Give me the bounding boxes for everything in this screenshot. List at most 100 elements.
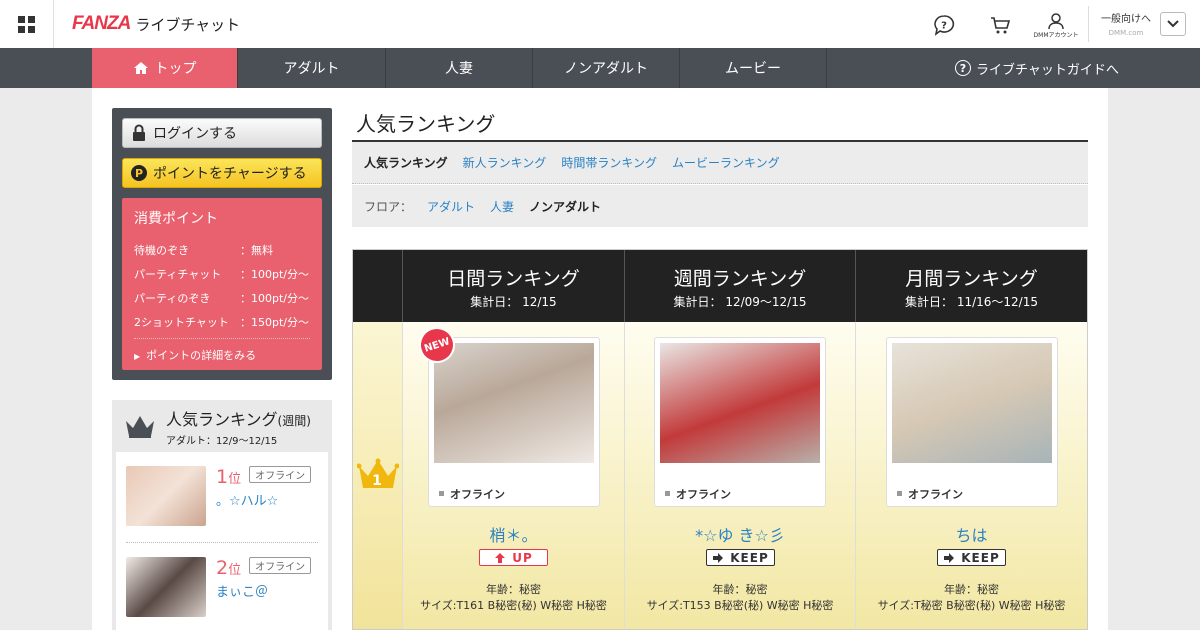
nav-item-movie[interactable]: ムービー [680,48,827,88]
points-row-value: ：150pt/分～ [240,316,309,329]
points-row: 待機のぞき ：無料 [134,238,310,262]
points-details-label: ポイントの詳細をみる [146,349,257,362]
header-divider [1088,6,1089,42]
tab-popular[interactable]: 人気ランキング [364,154,448,171]
chevron-down-icon[interactable] [1160,12,1186,36]
performer-age: 年齢：秘密 [712,583,768,596]
nav-item-label: アダルト [283,61,340,77]
weekly-ranking-period: アダルト：12/9～12/15 [166,435,278,447]
points-title: 消費ポイント [134,211,218,227]
performer-name[interactable]: 梢＊。 [403,522,624,546]
guide-link[interactable]: ? ライブチャットガイドへ [955,48,1119,88]
rank-unit: 位 [228,472,242,487]
ranking-tabs: 人気ランキング 新人ランキング 時間帯ランキング ムービーランキング [352,142,1088,184]
account-icon [1048,12,1064,29]
column-header-daily: 日間ランキング 集計日： 12/15 [403,250,625,322]
trend-badge: KEEP [937,549,1006,566]
list-item[interactable]: 1位 オフライン 。☆ハル☆ [126,452,318,543]
rank-value: 2 [216,557,229,579]
charge-points-button[interactable]: P ポイントをチャージする [122,158,322,188]
performer-name[interactable]: *☆ゆ き☆彡 [625,522,855,546]
svg-text:?: ? [941,21,947,32]
ranking-title-text: 人気ランキング [166,409,278,429]
help-icon[interactable]: ? [929,10,959,40]
points-row-value: ：100pt/分～ [240,292,309,305]
login-button[interactable]: ログインする [122,118,322,148]
home-icon [133,62,148,74]
floor-wife[interactable]: 人妻 [490,198,514,215]
account-panel: ログインする P ポイントをチャージする 消費ポイント 待機のぞき ：無料 パーテ… [112,108,332,380]
nav-item-top[interactable]: トップ [92,48,238,94]
genre-switch[interactable]: 一般向けへ DMM.com [1100,10,1152,37]
tab-movie[interactable]: ムービーランキング [672,154,780,171]
grid-menu-icon[interactable] [0,0,54,48]
points-row-label: パーティチャット [134,268,222,281]
floor-filter: フロア： アダルト 人妻 ノンアダルト [352,185,1088,227]
account-button[interactable]: DMMアカウント [1034,10,1079,40]
question-icon: ? [955,60,971,76]
points-row: パーティチャット ：100pt/分～ [134,262,310,286]
points-row: パーティのぞき ：100pt/分～ [134,286,310,310]
weekly-ranking-list: 1位 オフライン 。☆ハル☆ 2位 オフライン まぃこ＠ [116,452,328,630]
nav-item-label: トップ [154,61,197,77]
performer-thumbnail[interactable] [126,557,206,617]
performer-age: 年齢：秘密 [486,583,541,596]
guide-label: ライブチャットガイドへ [976,62,1119,78]
weekly-ranking-panel: 人気ランキング(週間) アダルト：12/9～12/15 1位 オフライン 。☆ハル… [112,400,332,630]
site-logo[interactable]: FANZA ライブチャット [72,12,240,36]
performer-name[interactable]: まぃこ＠ [216,581,311,600]
floor-adult[interactable]: アダルト [427,198,475,215]
performer-photo[interactable] [660,343,820,463]
performer-name[interactable]: ちは [856,522,1087,546]
status-label: オフライン [897,486,963,502]
performer-photo[interactable] [434,343,594,463]
ranking-cell-weekly: オフライン *☆ゆ き☆彡 KEEP 年齢：秘密 サイズ:T153 B秘密(秘)… [625,322,856,629]
points-row-label: パーティのぞき [134,292,211,305]
arrow-right-icon [944,552,955,563]
nav-item-label: ムービー [725,61,781,77]
column-date: 集計日： 11/16～12/15 [905,295,1038,309]
performer-age: 年齢：秘密 [944,583,999,596]
performer-size: サイズ:T161 B秘密(秘) W秘密 H秘密 [420,599,607,612]
nav-item-wife[interactable]: 人妻 [386,48,533,88]
list-item[interactable]: 2位 オフライン まぃこ＠ [126,543,318,630]
rank-unit: 位 [228,563,242,578]
performer-name[interactable]: 。☆ハル☆ [216,490,311,509]
cart-icon[interactable] [985,10,1015,40]
status-label: オフライン [439,486,505,502]
caret-right-icon: ▶ [134,352,141,361]
crown-icon [126,416,154,438]
nav-item-adult[interactable]: アダルト [238,48,386,88]
points-row-value: ：100pt/分～ [240,268,309,281]
ranking-title-suffix: (週間) [277,413,311,428]
floor-nonadult[interactable]: ノンアダルト [529,198,601,215]
status-badge: オフライン [249,557,312,574]
nav-item-nonadult[interactable]: ノンアダルト [533,48,680,88]
performer-card[interactable]: オフライン [886,337,1058,507]
arrow-right-icon [713,552,724,563]
points-details-link[interactable]: ▶ ポイントの詳細をみる [134,338,310,363]
global-nav: トップ アダルト 人妻 ノンアダルト ムービー ? ライブチャットガイドへ [0,48,1200,94]
points-row-label: 待機のぞき [134,244,189,257]
points-info: 消費ポイント 待機のぞき ：無料 パーティチャット ：100pt/分～ パーティのぞ… [122,198,322,370]
performer-card[interactable]: オフライン [428,337,600,507]
rank-value: 1 [216,466,229,488]
account-label: DMMアカウント [1033,31,1079,39]
performer-photo[interactable] [892,343,1052,463]
trend-label: KEEP [730,550,769,565]
arrow-up-icon [495,552,506,563]
ranking-cell-daily: オフライン NEW 梢＊。 UP 年齢：秘密 サイズ:T161 B秘密(秘) W… [403,322,625,629]
table-corner [353,250,403,322]
performer-size: サイズ:T153 B秘密(秘) W秘密 H秘密 [646,599,834,612]
floor-label: フロア： [364,199,413,214]
tab-timeslot[interactable]: 時間帯ランキング [561,154,657,171]
performer-size: サイズ:T秘密 B秘密(秘) W秘密 H秘密 [877,599,1066,612]
crown-rank-number: 1 [372,473,382,489]
performer-thumbnail[interactable] [126,466,206,526]
rank-number: 1位 [216,466,241,488]
performer-card[interactable]: オフライン [654,337,826,507]
trend-badge: KEEP [706,549,775,566]
genre-label: 一般向けへ [1101,14,1151,25]
tab-newcomer[interactable]: 新人ランキング [463,154,547,171]
column-date: 集計日： 12/09～12/15 [673,295,807,309]
